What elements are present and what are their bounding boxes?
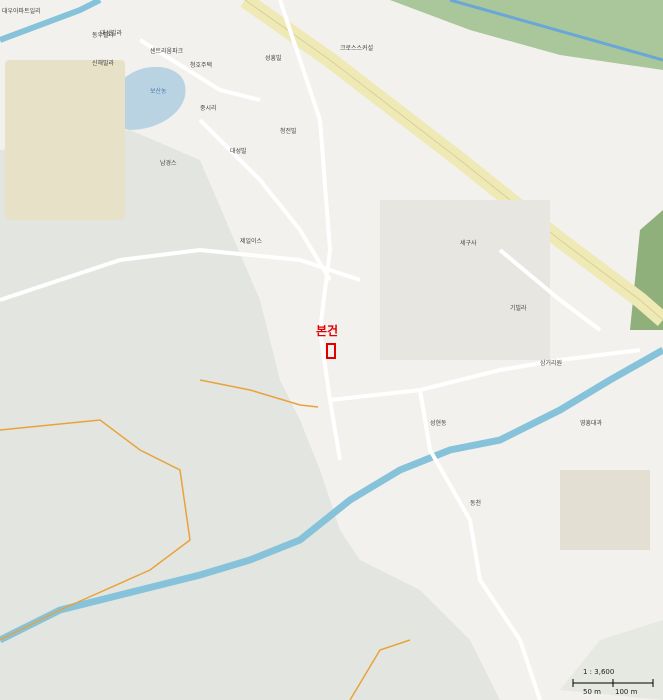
apartment-block-se — [560, 470, 650, 550]
subject-label: 본건 — [316, 324, 339, 338]
place-label: 중시리 — [200, 105, 217, 112]
place-label: 신해빌라 — [92, 60, 115, 67]
scale-ratio: 1 : 3,600 — [583, 668, 615, 676]
place-label: 삼거리원 — [540, 360, 563, 367]
river-nw — [0, 0, 102, 43]
place-label: 크로스스커설 — [340, 45, 374, 52]
map-canvas[interactable]: 대우아파트일리 동우빌라 신해빌라 센트리움파크 대성빌라 청호주택 크로스스커… — [0, 0, 663, 700]
place-label: 제일이스 — [240, 238, 263, 245]
place-label: 센트리움파크 — [150, 48, 184, 55]
place-label: 보산농 — [150, 88, 167, 95]
place-label: 청전빌 — [280, 128, 297, 135]
place-label: 청호주택 — [190, 62, 213, 69]
scale-left: 50 m — [583, 688, 601, 696]
place-label: 대성빌라 — [100, 30, 123, 37]
apartment-block-center — [380, 200, 550, 360]
place-label: 동천 — [470, 500, 482, 507]
map-base — [0, 0, 663, 700]
place-label: 영흥대과 — [580, 420, 603, 427]
place-label: 기빌라 — [510, 305, 527, 312]
place-label: 세구사 — [460, 240, 477, 247]
scale-right: 100 m — [615, 688, 638, 696]
mountain-area-east — [560, 620, 663, 700]
apartment-block-nw — [5, 60, 125, 220]
place-label: 대성빌 — [230, 148, 247, 155]
place-label: 성흥빌 — [265, 55, 282, 62]
place-label: 성현동 — [430, 420, 447, 427]
place-label: 남경스 — [160, 160, 177, 167]
green-belt — [390, 0, 663, 70]
subject-parcel-marker — [326, 343, 336, 359]
place-label: 대우아파트일리 — [2, 8, 41, 15]
